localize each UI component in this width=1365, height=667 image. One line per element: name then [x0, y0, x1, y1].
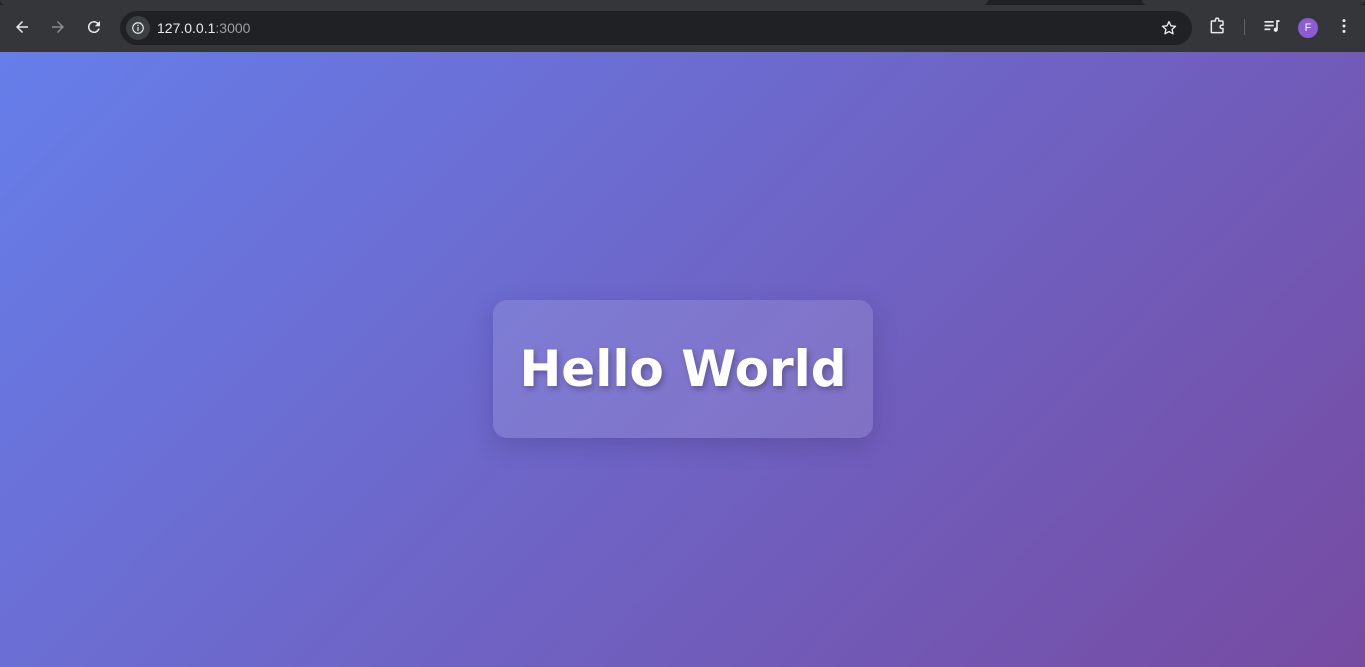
url-port: :3000 — [215, 20, 251, 36]
toolbar-divider — [1244, 19, 1245, 35]
back-arrow-icon — [16, 21, 28, 33]
star-icon[interactable] — [1160, 19, 1178, 37]
back-button[interactable] — [10, 15, 34, 39]
browser-toolbar: 127.0.0.1:3000 F — [0, 0, 1365, 52]
media-queue-icon[interactable] — [1262, 16, 1282, 36]
tab[interactable] — [1142, 0, 1365, 5]
page-viewport: Hello World — [0, 52, 1365, 667]
page-heading: Hello World — [519, 340, 847, 398]
url-host: 127.0.0.1 — [157, 20, 216, 36]
hello-card: Hello World — [493, 300, 873, 438]
address-bar[interactable]: 127.0.0.1:3000 — [120, 11, 1192, 45]
tab-strip — [0, 0, 1365, 5]
site-info-button[interactable] — [126, 16, 150, 40]
url-text[interactable]: 127.0.0.1:3000 — [157, 20, 250, 36]
puzzle-icon[interactable] — [1208, 16, 1228, 36]
reload-icon — [87, 21, 100, 34]
profile-avatar[interactable]: F — [1298, 18, 1318, 38]
reload-button[interactable] — [82, 15, 106, 39]
info-icon — [132, 22, 144, 34]
kebab-menu-icon[interactable] — [1334, 16, 1354, 36]
forward-arrow-icon — [52, 21, 64, 33]
tab[interactable] — [0, 0, 988, 5]
forward-button[interactable] — [46, 15, 70, 39]
